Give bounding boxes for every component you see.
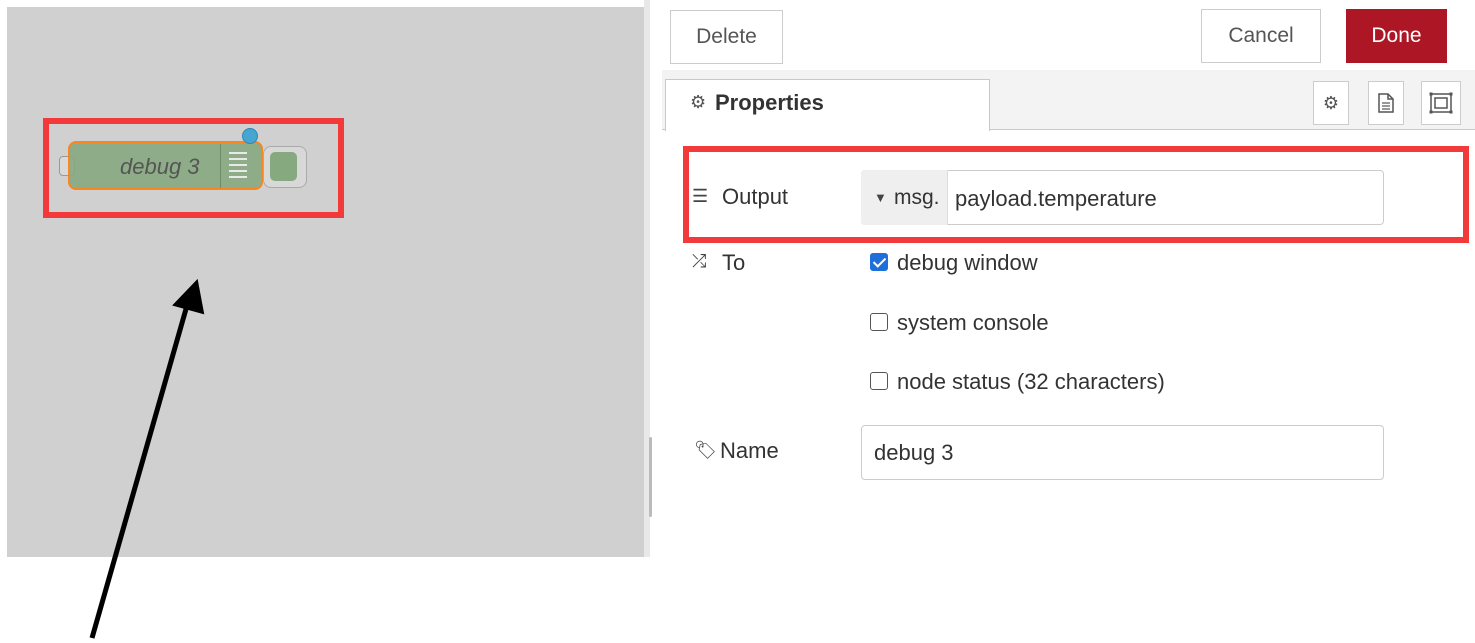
appearance-icon [1429, 92, 1453, 114]
done-button[interactable]: Done [1346, 9, 1447, 63]
to-label: To [722, 250, 746, 275]
description-tab-button[interactable] [1368, 81, 1404, 125]
system-console-label[interactable]: system console [897, 310, 1049, 336]
delete-button[interactable]: Delete [670, 10, 783, 64]
node-highlight-box [43, 118, 344, 218]
debug-window-checkbox[interactable] [870, 253, 888, 271]
name-label: Name [720, 438, 779, 463]
name-value[interactable]: debug 3 [874, 440, 954, 466]
panel-resize-handle[interactable] [649, 437, 652, 517]
shuffle-icon: ⤮ [692, 251, 707, 271]
description-icon [1378, 93, 1394, 113]
output-highlight-box [683, 146, 1469, 243]
cancel-button[interactable]: Cancel [1201, 9, 1321, 63]
settings-tab-button[interactable]: ⚙ [1313, 81, 1349, 125]
tab-properties-label: Properties [715, 90, 824, 115]
settings-icon: ⚙ [1322, 92, 1340, 113]
node-status-checkbox[interactable] [870, 372, 888, 390]
system-console-checkbox[interactable] [870, 313, 888, 331]
gear-icon: ⚙ [690, 92, 707, 112]
tag-icon: 🏷 [694, 440, 717, 460]
appearance-tab-button[interactable] [1421, 81, 1461, 125]
workspace-canvas[interactable] [7, 7, 644, 557]
debug-window-label[interactable]: debug window [897, 250, 1038, 276]
tab-properties[interactable] [665, 79, 990, 131]
node-status-label[interactable]: node status (32 characters) [897, 369, 1165, 395]
